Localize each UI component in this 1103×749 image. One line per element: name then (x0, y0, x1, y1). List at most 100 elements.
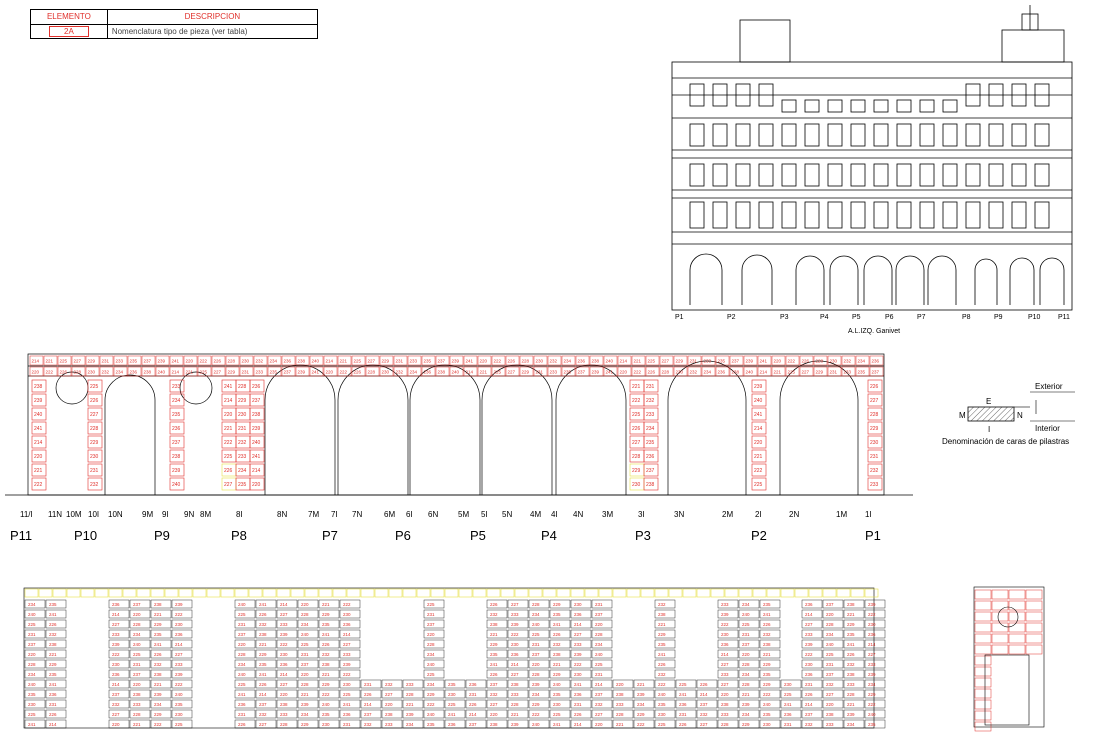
block-code: 231 (242, 370, 250, 375)
block-code: 241 (238, 692, 246, 697)
block-code: 233 (112, 632, 120, 637)
block-code: 238 (732, 370, 740, 375)
block-code: 220 (326, 370, 334, 375)
face-legend-caption: Denominación de caras de pilastras (942, 437, 1069, 446)
block-code: 214 (868, 642, 876, 647)
face-labels: 11/I 11N 10M 10I 10N 9M 9I 9N 8M 8I 8N 7M 7I 7N 6M 6I 6N… (20, 510, 872, 519)
block-code: 225 (494, 370, 502, 375)
block-code: 230 (632, 482, 641, 488)
block-code: 236 (872, 359, 880, 364)
block-code: 222 (868, 612, 876, 617)
face-label: 11N (48, 510, 62, 519)
block-code: 220 (742, 652, 750, 657)
block-code: 240 (322, 702, 330, 707)
block-code: 237 (133, 602, 141, 607)
block-code: 240 (252, 440, 261, 446)
block-code: 229 (90, 440, 99, 446)
block-code: 222 (175, 682, 183, 687)
block-code: 235 (270, 370, 278, 375)
block-code: 241 (259, 602, 267, 607)
block-code: 232 (490, 692, 498, 697)
block-code: 226 (49, 622, 57, 627)
block-code: 228 (133, 622, 141, 627)
block-code: 225 (200, 370, 208, 375)
block-cell (850, 588, 865, 598)
block-code: 229 (763, 682, 771, 687)
block-code: 233 (511, 612, 519, 617)
block-cell (206, 588, 221, 598)
block-cell (570, 588, 585, 598)
block-cell (1008, 589, 1026, 600)
block-code: 233 (844, 370, 852, 375)
block-code: 236 (721, 642, 729, 647)
block-code: 229 (490, 642, 498, 647)
block-code: 237 (805, 712, 813, 717)
block-code: 214 (34, 440, 43, 446)
block-code: 237 (872, 370, 880, 375)
block-code: 236 (574, 692, 582, 697)
block-cell (974, 622, 992, 633)
block-code: 240 (158, 370, 166, 375)
block-code: 240 (133, 642, 141, 647)
block-code: 231 (536, 370, 544, 375)
block-code: 231 (532, 642, 540, 647)
block-code: 235 (564, 370, 572, 375)
block-code: 222 (637, 722, 645, 727)
block-code: 235 (427, 722, 435, 727)
block-code: 236 (343, 712, 351, 717)
block-code: 241 (154, 642, 162, 647)
block-code: 232 (90, 482, 99, 488)
block-cell (738, 588, 753, 598)
block-code: 234 (28, 672, 36, 677)
block-code: 235 (553, 692, 561, 697)
block-code: 232 (826, 682, 834, 687)
block-code: 232 (690, 370, 698, 375)
block-code: 232 (396, 370, 404, 375)
block-code: 239 (511, 622, 519, 627)
block-code: 232 (259, 622, 267, 627)
block-cell (528, 588, 543, 598)
block-code: 228 (632, 454, 641, 460)
block-code: 230 (175, 622, 183, 627)
block-code: 233 (238, 454, 247, 460)
block-code: 234 (742, 602, 750, 607)
block-code: 226 (553, 632, 561, 637)
block-code: 229 (49, 662, 57, 667)
pier-name: P10 (74, 528, 97, 543)
block-code: 235 (658, 702, 666, 707)
block-code: 226 (870, 384, 879, 390)
elevation-pier-label: P10 (1028, 314, 1041, 321)
block-code: 227 (805, 622, 813, 627)
block-cell (974, 633, 992, 644)
block-code: 228 (616, 712, 624, 717)
block-code: 227 (214, 370, 222, 375)
block-code: 227 (368, 359, 376, 364)
block-code: 229 (322, 682, 330, 687)
block-code: 225 (679, 682, 687, 687)
face-label: 7N (352, 510, 362, 519)
block-code: 221 (847, 612, 855, 617)
block-code: 226 (679, 722, 687, 727)
block-code: 226 (364, 692, 372, 697)
block-code: 220 (620, 370, 628, 375)
block-cell (388, 588, 403, 598)
block-code: 229 (228, 370, 236, 375)
block-cell (192, 588, 207, 598)
block-code: 241 (606, 370, 614, 375)
face-label: 11/I (20, 510, 33, 519)
block-code: 227 (343, 642, 351, 647)
block-code: 228 (406, 692, 414, 697)
block-code: 214 (620, 359, 628, 364)
pier-name: P6 (395, 528, 411, 543)
block-layout-elevation: 234 235 236 237 238 239 240 241 214 220 221 222 225 2… (23, 586, 1045, 732)
block-code: 233 (721, 672, 729, 677)
block-code: 231 (49, 702, 57, 707)
block-code: 231 (364, 682, 372, 687)
block-code: 225 (238, 682, 246, 687)
block-code: 222 (112, 652, 120, 657)
block-code: 238 (490, 622, 498, 627)
block-code: 241 (763, 612, 771, 617)
block-cell (974, 721, 992, 732)
block-code: 227 (280, 612, 288, 617)
block-cell (542, 588, 557, 598)
